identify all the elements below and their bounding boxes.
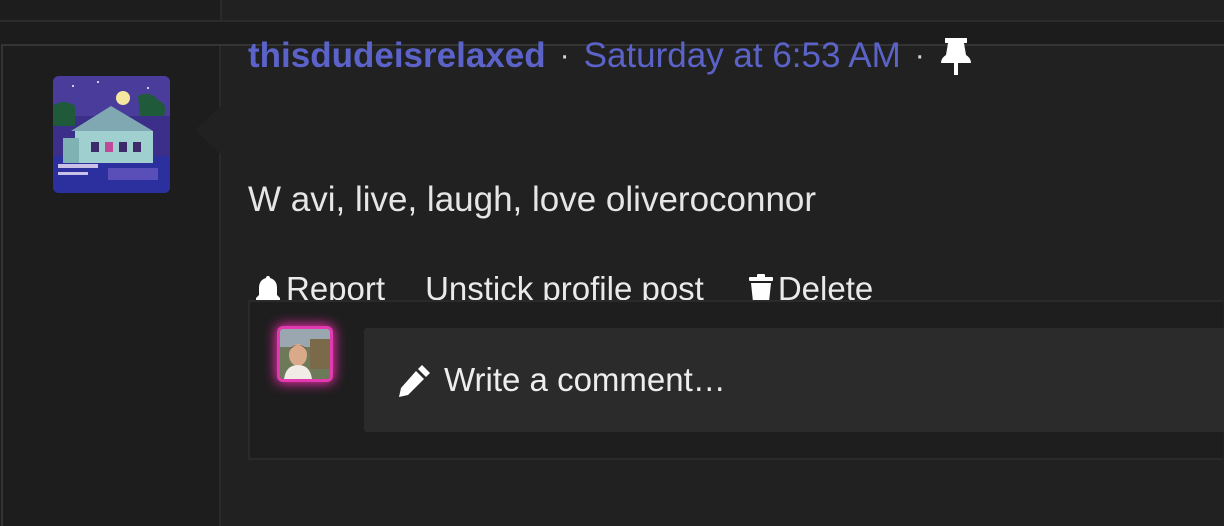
meta-separator: ·	[914, 39, 925, 72]
thumbtack-icon	[939, 36, 973, 76]
commenter-avatar[interactable]	[280, 329, 330, 379]
previous-post-edge	[0, 0, 1224, 22]
post-pointer-arrow	[195, 106, 221, 154]
commenter-photo	[280, 329, 330, 379]
post-message: W avi, live, laugh, love oliveroconnor	[248, 180, 817, 219]
house-night-avatar-image	[53, 76, 170, 193]
profile-post-screen: thisdudeisrelaxed · Saturday at 6:53 AM …	[0, 0, 1224, 526]
post-meta: thisdudeisrelaxed · Saturday at 6:53 AM …	[248, 34, 973, 78]
comment-section: Write a comment…	[248, 300, 1224, 460]
write-comment-input[interactable]: Write a comment…	[364, 328, 1224, 432]
pencil-icon	[399, 365, 430, 397]
post-avatar-gutter	[3, 46, 221, 526]
meta-separator: ·	[559, 39, 570, 72]
post-timestamp[interactable]: Saturday at 6:53 AM	[584, 36, 901, 76]
post-username[interactable]: thisdudeisrelaxed	[248, 36, 546, 76]
user-avatar[interactable]	[53, 76, 170, 193]
comment-placeholder: Write a comment…	[444, 361, 726, 398]
previous-post-gutter	[0, 0, 222, 20]
